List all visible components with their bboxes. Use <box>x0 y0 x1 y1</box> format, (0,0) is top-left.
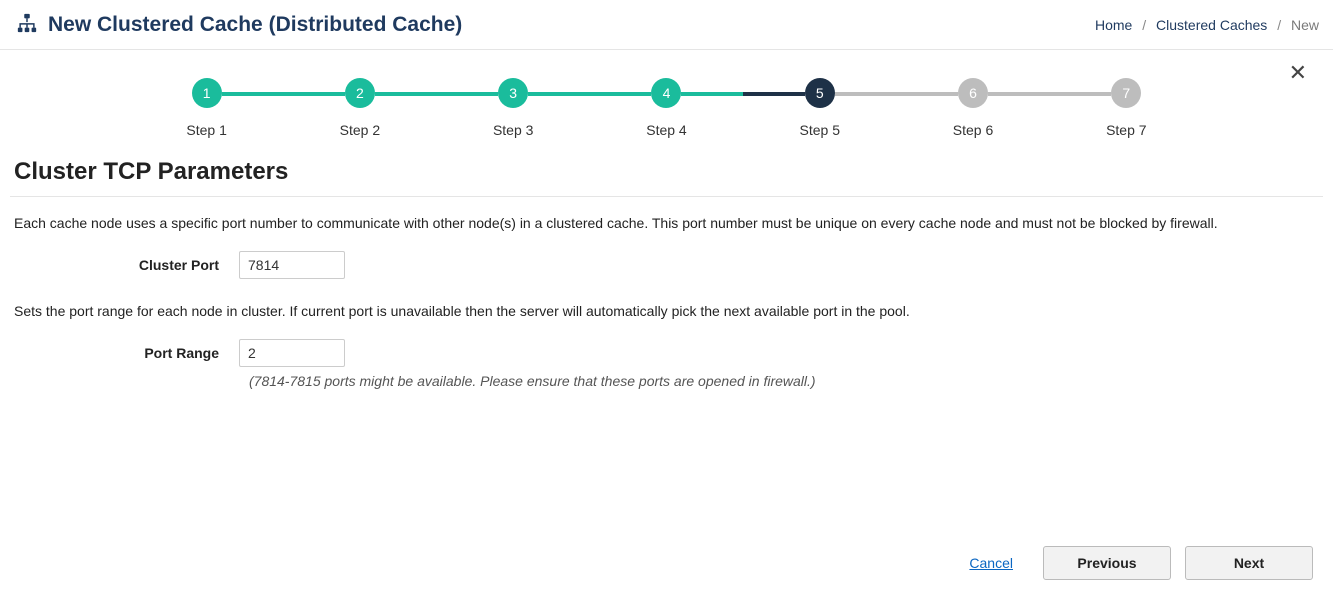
close-icon: ✕ <box>1289 60 1307 85</box>
help-text-port-range: Sets the port range for each node in clu… <box>14 303 1319 319</box>
step-5[interactable]: 5 Step 5 <box>743 78 896 138</box>
step-3[interactable]: 3 Step 3 <box>437 78 590 138</box>
wizard-card: ✕ 1 Step 1 2 Step 2 3 Step 3 4 Step 4 5 Step 5 6 St… <box>10 50 1323 417</box>
stepper: 1 Step 1 2 Step 2 3 Step 3 4 Step 4 5 Step 5 6 Step… <box>10 50 1323 148</box>
sitemap-icon <box>16 12 38 37</box>
port-range-label: Port Range <box>14 345 239 361</box>
wizard-footer: Cancel Previous Next <box>969 546 1313 580</box>
help-text-cluster-port: Each cache node uses a specific port num… <box>14 215 1319 231</box>
step-label: Step 2 <box>340 122 380 138</box>
port-range-input[interactable] <box>239 339 345 367</box>
step-label: Step 5 <box>800 122 840 138</box>
step-6[interactable]: 6 Step 6 <box>896 78 1049 138</box>
cancel-button[interactable]: Cancel <box>969 555 1013 571</box>
step-circle: 3 <box>498 78 528 108</box>
step-4[interactable]: 4 Step 4 <box>590 78 743 138</box>
breadcrumb-current: New <box>1291 17 1319 33</box>
previous-button[interactable]: Previous <box>1043 546 1171 580</box>
step-2[interactable]: 2 Step 2 <box>283 78 436 138</box>
breadcrumb: Home / Clustered Caches / New <box>1095 17 1319 33</box>
step-connector <box>835 92 958 96</box>
step-circle: 4 <box>651 78 681 108</box>
step-label: Step 3 <box>493 122 533 138</box>
step-connector <box>681 92 804 96</box>
step-circle: 7 <box>1111 78 1141 108</box>
page-header: New Clustered Cache (Distributed Cache) … <box>0 0 1333 50</box>
step-circle: 6 <box>958 78 988 108</box>
step-label: Step 7 <box>1106 122 1146 138</box>
next-button[interactable]: Next <box>1185 546 1313 580</box>
page-title: New Clustered Cache (Distributed Cache) <box>48 13 462 37</box>
breadcrumb-caches[interactable]: Clustered Caches <box>1156 17 1267 33</box>
step-1[interactable]: 1 Step 1 <box>130 78 283 138</box>
step-circle: 5 <box>805 78 835 108</box>
step-circle: 2 <box>345 78 375 108</box>
title-wrap: New Clustered Cache (Distributed Cache) <box>16 12 462 37</box>
step-connector <box>988 92 1111 96</box>
step-label: Step 1 <box>186 122 226 138</box>
breadcrumb-sep: / <box>1142 17 1146 33</box>
step-label: Step 6 <box>953 122 993 138</box>
field-cluster-port: Cluster Port <box>14 251 1319 279</box>
step-connector <box>528 92 651 96</box>
step-label: Step 4 <box>646 122 686 138</box>
section-title: Cluster TCP Parameters <box>10 148 1323 197</box>
field-port-range: Port Range <box>14 339 1319 367</box>
step-connector <box>375 92 498 96</box>
port-range-note: (7814-7815 ports might be available. Ple… <box>249 373 1319 389</box>
step-connector <box>222 92 345 96</box>
form-body: Each cache node uses a specific port num… <box>10 197 1323 389</box>
cluster-port-label: Cluster Port <box>14 257 239 273</box>
step-circle: 1 <box>192 78 222 108</box>
breadcrumb-home[interactable]: Home <box>1095 17 1132 33</box>
step-7[interactable]: 7 Step 7 <box>1050 78 1203 138</box>
cluster-port-input[interactable] <box>239 251 345 279</box>
breadcrumb-sep: / <box>1277 17 1281 33</box>
close-button[interactable]: ✕ <box>1289 62 1307 84</box>
